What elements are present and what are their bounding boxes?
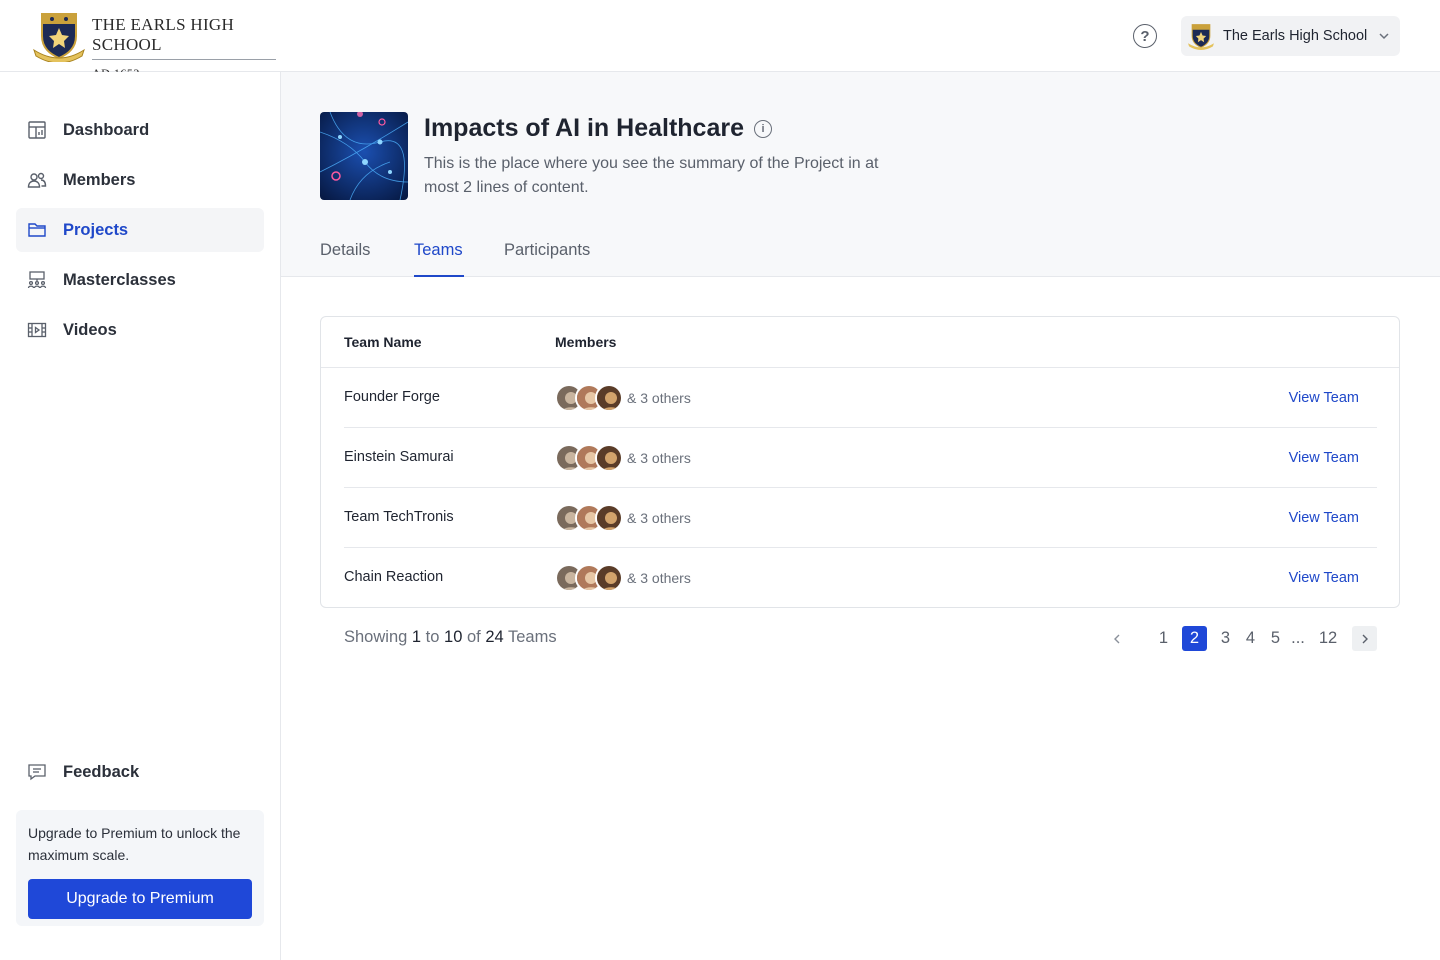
- help-icon[interactable]: ?: [1133, 24, 1157, 48]
- video-icon: [26, 319, 48, 341]
- member-avatar: [595, 564, 623, 592]
- school-crest-icon: [1188, 24, 1214, 50]
- team-name: Chain Reaction: [344, 569, 444, 585]
- sidebar-item-dashboard[interactable]: Dashboard: [16, 108, 264, 152]
- member-avatar: [595, 384, 623, 412]
- showing-from: 1: [411, 628, 422, 646]
- chevron-down-icon: [1379, 33, 1389, 40]
- team-name: Founder Forge: [344, 389, 440, 405]
- showing-total: 24: [485, 628, 504, 646]
- member-avatar: [595, 504, 623, 532]
- pagination-ellipsis: ...: [1291, 629, 1305, 647]
- pagination-summary: Showing 1 to 10 of 24 Teams: [344, 628, 557, 647]
- sidebar-item-masterclasses[interactable]: Masterclasses: [16, 258, 264, 302]
- member-avatars: & 3 others: [555, 444, 691, 472]
- member-avatar: [595, 444, 623, 472]
- project-description: This is the place where you see the summ…: [424, 155, 879, 196]
- showing-to-word: to: [425, 628, 440, 646]
- view-team-link[interactable]: View Team: [1289, 570, 1359, 586]
- members-icon: [26, 169, 48, 191]
- pagination: 1 2 3 4 5... 12: [1104, 626, 1377, 651]
- sidebar-item-label: Feedback: [63, 762, 140, 781]
- upgrade-button[interactable]: Upgrade to Premium: [28, 879, 252, 919]
- table-header: Team Name Members: [321, 317, 1399, 368]
- pagination-page-4[interactable]: 4: [1238, 626, 1263, 651]
- school-crest-icon: [33, 13, 85, 62]
- column-header-team-name: Team Name: [344, 334, 422, 350]
- table-row: Team TechTronis & 3 others View Team: [344, 488, 1377, 548]
- showing-of-word: of: [466, 628, 481, 646]
- project-title: Impacts of AI in Healthcare i: [424, 114, 772, 143]
- sidebar-item-feedback[interactable]: Feedback: [16, 750, 264, 794]
- pagination-page-2[interactable]: 2: [1182, 626, 1207, 651]
- tab-participants[interactable]: Participants: [504, 232, 590, 277]
- pagination-page-3[interactable]: 3: [1213, 626, 1238, 651]
- teams-table: Team Name Members Founder Forge & 3 other…: [320, 316, 1400, 608]
- project-thumbnail: [320, 112, 408, 200]
- project-header: Impacts of AI in Healthcare i This is th…: [281, 72, 1440, 277]
- sidebar-item-label: Masterclasses: [63, 270, 176, 289]
- other-members-count: & 3 others: [627, 450, 691, 466]
- sidebar-item-videos[interactable]: Videos: [16, 308, 264, 352]
- school-selector-label: The Earls High School: [1223, 28, 1368, 44]
- sidebar-item-label: Dashboard: [63, 120, 150, 139]
- chevron-left-icon: [1113, 634, 1119, 643]
- sidebar: Dashboard Members Projects Masterclasses…: [0, 72, 281, 960]
- sidebar-item-label: Members: [63, 170, 136, 189]
- view-team-link[interactable]: View Team: [1289, 390, 1359, 406]
- view-team-link[interactable]: View Team: [1289, 510, 1359, 526]
- upgrade-message: Upgrade to Premium to unlock the maximum…: [28, 825, 241, 863]
- pagination-page-5[interactable]: 5: [1263, 626, 1288, 651]
- other-members-count: & 3 others: [627, 390, 691, 406]
- member-avatars: & 3 others: [555, 384, 691, 412]
- info-icon[interactable]: i: [754, 119, 772, 138]
- team-name: Team TechTronis: [344, 509, 454, 525]
- column-header-members: Members: [555, 334, 617, 350]
- pagination-page-12[interactable]: 12: [1314, 626, 1342, 651]
- showing-to: 10: [444, 628, 463, 646]
- folder-icon: [26, 219, 48, 241]
- team-name: Einstein Samurai: [344, 449, 454, 465]
- school-name: THE EARLS HIGH SCHOOL: [92, 15, 276, 60]
- top-bar: THE EARLS HIGH SCHOOL AD 1652 ? The Earl…: [0, 0, 1440, 80]
- pagination-next-button[interactable]: [1352, 626, 1377, 651]
- table-row: Founder Forge & 3 others View Team: [344, 368, 1377, 428]
- view-team-link[interactable]: View Team: [1289, 450, 1359, 466]
- sidebar-item-members[interactable]: Members: [16, 158, 264, 202]
- school-logo[interactable]: THE EARLS HIGH SCHOOL AD 1652: [32, 10, 276, 81]
- school-selector[interactable]: The Earls High School: [1181, 16, 1400, 56]
- masterclasses-icon: [26, 269, 48, 291]
- chevron-right-icon: [1362, 634, 1368, 643]
- feedback-icon: [26, 761, 48, 783]
- other-members-count: & 3 others: [627, 570, 691, 586]
- pagination-page-1[interactable]: 1: [1151, 626, 1176, 651]
- pagination-prev-button[interactable]: [1104, 626, 1129, 651]
- sidebar-item-label: Projects: [63, 220, 129, 239]
- upgrade-card: Upgrade to Premium to unlock the maximum…: [16, 810, 264, 926]
- table-row: Chain Reaction & 3 others View Team: [344, 548, 1377, 608]
- showing-prefix: Showing: [344, 628, 408, 646]
- table-row: Einstein Samurai & 3 others View Team: [344, 428, 1377, 488]
- showing-unit: Teams: [508, 628, 557, 646]
- tab-details[interactable]: Details: [320, 232, 373, 277]
- tab-teams[interactable]: Teams: [414, 232, 464, 277]
- sidebar-item-label: Videos: [63, 320, 117, 339]
- member-avatars: & 3 others: [555, 564, 691, 592]
- other-members-count: & 3 others: [627, 510, 691, 526]
- project-title-text: Impacts of AI in Healthcare: [424, 114, 744, 142]
- project-tabs: Details Teams Participants: [320, 232, 590, 277]
- dashboard-icon: [26, 119, 48, 141]
- sidebar-item-projects[interactable]: Projects: [16, 208, 264, 252]
- member-avatars: & 3 others: [555, 504, 691, 532]
